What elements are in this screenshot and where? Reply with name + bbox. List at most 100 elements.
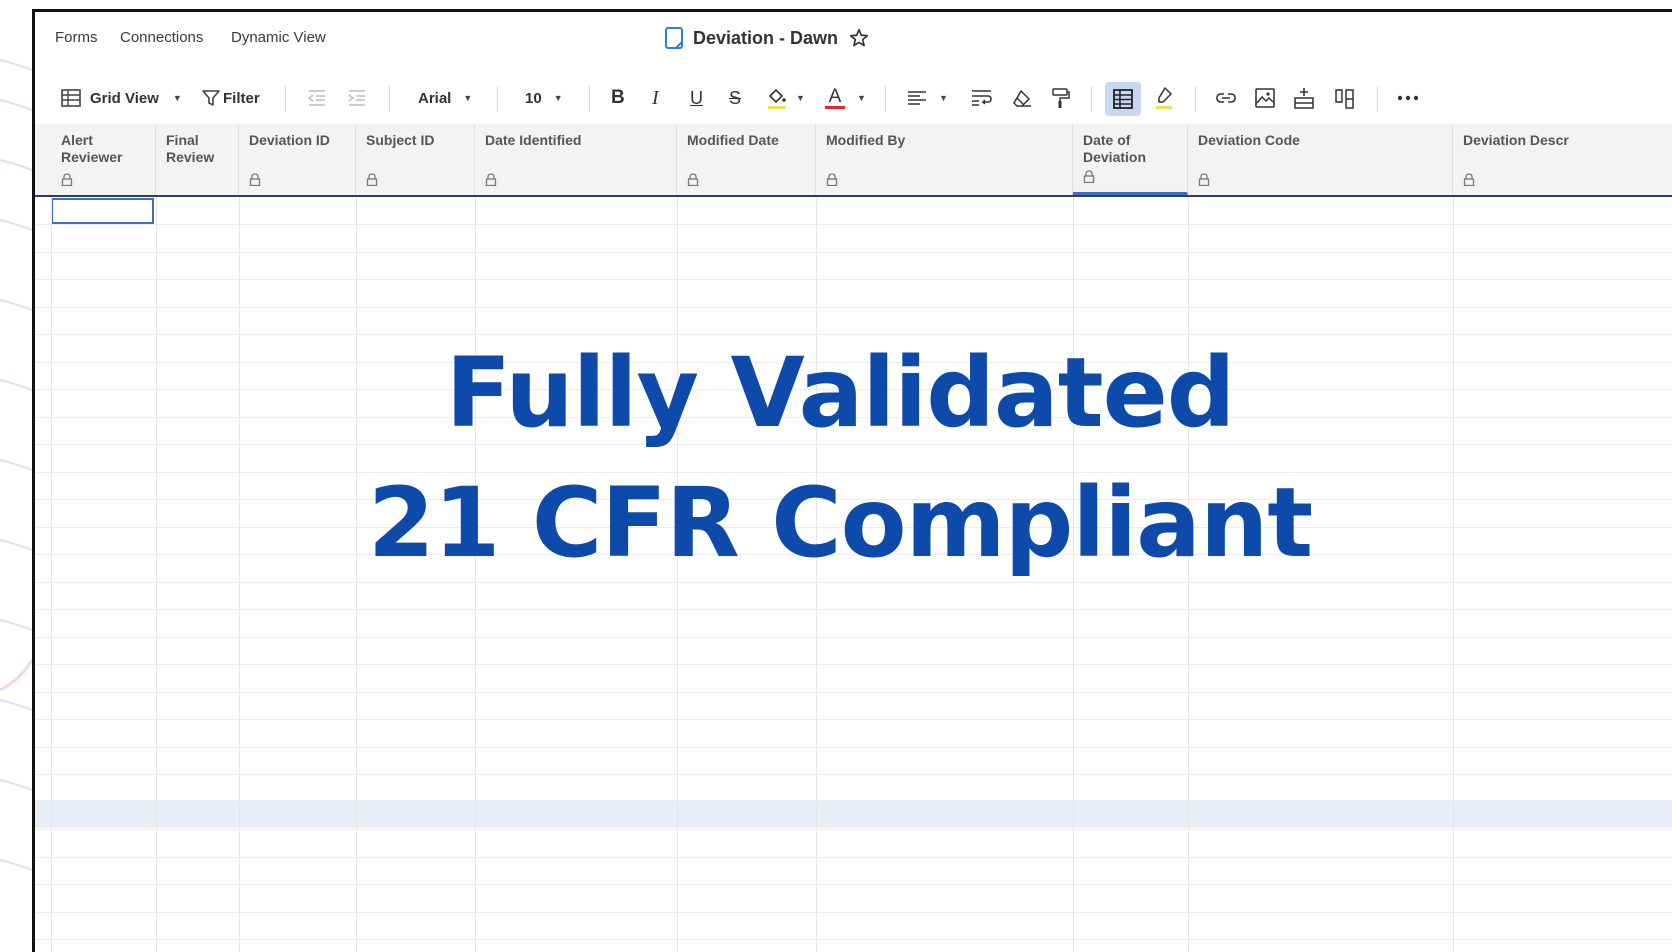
font-family-dropdown[interactable]: Arial ▼	[418, 72, 472, 124]
chevron-down-icon: ▼	[463, 93, 473, 103]
column-label: Deviation ID	[249, 132, 330, 148]
grid-row-line	[35, 774, 1672, 775]
grid-row-line	[35, 829, 1672, 830]
nav-connections[interactable]: Connections	[120, 29, 203, 46]
grid-row-line	[35, 664, 1672, 665]
grid-view-dropdown[interactable]: Grid View ▼	[61, 72, 182, 124]
chevron-down-icon: ▼	[939, 93, 948, 103]
toolbar-divider	[497, 86, 498, 112]
more-options-button[interactable]	[1397, 72, 1419, 124]
chevron-down-icon: ▼	[553, 93, 563, 103]
bold-button[interactable]: B	[611, 72, 625, 124]
column-label: Modified By	[826, 132, 906, 148]
filter-icon	[201, 88, 221, 108]
grid-row-line	[35, 912, 1672, 913]
lock-icon	[826, 173, 838, 191]
column-header-deviation-code[interactable]: Deviation Code	[1188, 124, 1453, 195]
insert-link-button[interactable]	[1215, 72, 1237, 124]
italic-icon: I	[652, 86, 659, 109]
column-label: Date Identified	[485, 132, 582, 148]
grid-row-line	[35, 747, 1672, 748]
chevron-down-icon: ▼	[857, 93, 866, 103]
text-color-glyph: A	[828, 86, 842, 107]
grid-row-line	[35, 692, 1672, 693]
grid-row-line	[35, 939, 1672, 940]
wrap-text-icon	[971, 89, 993, 107]
toolbar-divider	[389, 86, 390, 112]
chevron-down-icon: ▼	[796, 93, 805, 103]
chevron-down-icon: ▼	[172, 93, 182, 103]
grid-row-line	[35, 224, 1672, 225]
column-header-date-of-deviation[interactable]: Date of Deviation	[1073, 124, 1188, 195]
insert-row-icon	[1294, 87, 1314, 109]
align-dropdown[interactable]: ▼	[907, 72, 948, 124]
column-header-modified-by[interactable]: Modified By	[816, 124, 1073, 195]
column-label: Final Review	[166, 132, 215, 165]
grid-row-line	[35, 857, 1672, 858]
strikethrough-button[interactable]: S	[729, 72, 741, 124]
italic-button[interactable]: I	[652, 72, 659, 124]
indent-icon	[347, 89, 367, 107]
gridlines-toggle[interactable]	[1105, 82, 1141, 116]
toolbar-divider	[885, 86, 886, 112]
nav-dynamic-view[interactable]: Dynamic View	[231, 29, 326, 46]
column-header-final-review[interactable]: Final Review	[156, 124, 239, 195]
format-painter-button[interactable]	[1051, 72, 1071, 124]
toolbar-divider	[1377, 86, 1378, 112]
headline-line-2: 21 CFR Compliant	[367, 467, 1313, 579]
lock-icon	[1198, 173, 1210, 191]
indent-button[interactable]	[347, 72, 367, 124]
column-header-deviation-description[interactable]: Deviation Descr	[1453, 124, 1672, 195]
grid-row-line	[35, 279, 1672, 280]
grid-view-label: Grid View	[90, 89, 159, 107]
app-window: Forms Connections Dynamic View Deviation…	[32, 9, 1672, 952]
insert-row-button[interactable]	[1294, 72, 1314, 124]
underline-button[interactable]: U	[690, 72, 703, 124]
fill-color-dropdown[interactable]: ▼	[766, 72, 805, 124]
font-family-label: Arial	[418, 89, 452, 107]
grid-row-line	[35, 582, 1672, 583]
selected-cell[interactable]	[51, 198, 154, 224]
column-label: Alert Reviewer	[61, 132, 123, 165]
outdent-button[interactable]	[307, 72, 327, 124]
eraser-icon	[1011, 88, 1033, 108]
toolbar-divider	[1091, 86, 1092, 112]
column-label: Date of Deviation	[1083, 132, 1147, 165]
image-icon	[1255, 88, 1275, 108]
lock-icon	[366, 173, 378, 191]
highlighter-icon	[1153, 86, 1175, 110]
text-color-icon: A	[825, 87, 845, 109]
toolbar: Grid View ▼ Filter Arial ▼ 10 ▼ B I U S …	[35, 72, 1672, 125]
font-size-dropdown[interactable]: 10 ▼	[525, 72, 563, 124]
clear-format-button[interactable]	[1011, 72, 1033, 124]
grid-row-line	[35, 637, 1672, 638]
column-header-deviation-id[interactable]: Deviation ID	[239, 124, 356, 195]
column-header-alert-reviewer[interactable]: Alert Reviewer	[51, 124, 156, 195]
document-title-text: Deviation - Dawn	[693, 27, 839, 48]
insert-image-button[interactable]	[1255, 72, 1275, 124]
text-color-dropdown[interactable]: A ▼	[825, 72, 866, 124]
grid-row-line	[35, 252, 1672, 253]
grid-icon	[61, 89, 81, 107]
column-header-subject-id[interactable]: Subject ID	[356, 124, 475, 195]
nav-forms[interactable]: Forms	[55, 29, 98, 46]
column-header-date-identified[interactable]: Date Identified	[475, 124, 677, 195]
filter-button[interactable]: Filter	[201, 72, 260, 124]
font-size-label: 10	[525, 89, 542, 107]
paint-bucket-icon	[766, 86, 788, 110]
insert-column-button[interactable]	[1335, 72, 1355, 124]
paint-roller-icon	[1051, 87, 1071, 109]
lock-icon	[61, 173, 73, 191]
wrap-text-button[interactable]	[971, 72, 993, 124]
grid-row-line	[35, 334, 1672, 335]
column-header-modified-date[interactable]: Modified Date	[677, 124, 816, 195]
grid-row-line	[35, 719, 1672, 720]
underline-icon: U	[690, 87, 703, 108]
star-icon[interactable]	[848, 27, 870, 49]
grid-row-line	[35, 307, 1672, 308]
highlighted-row[interactable]	[35, 800, 1672, 828]
align-left-icon	[907, 90, 927, 106]
top-bar: Forms Connections Dynamic View Deviation…	[35, 12, 1672, 64]
highlight-button[interactable]	[1153, 72, 1175, 124]
toolbar-divider	[1195, 86, 1196, 112]
